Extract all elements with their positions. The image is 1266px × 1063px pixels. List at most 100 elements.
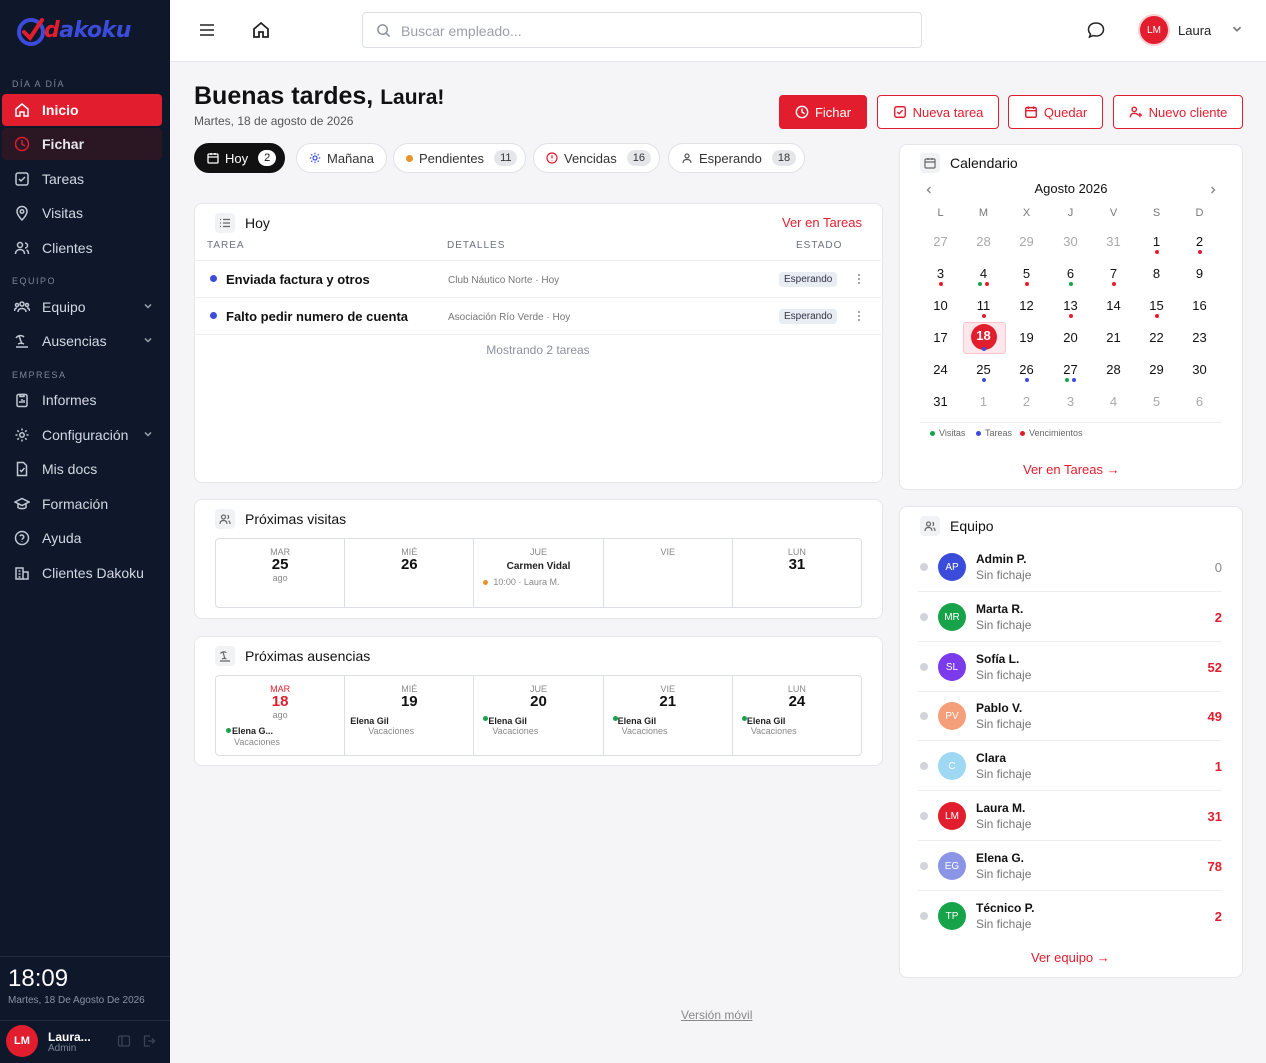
calendar-day[interactable]: 22 bbox=[1135, 330, 1178, 345]
search-input[interactable] bbox=[401, 20, 901, 42]
calendar-day[interactable]: 27 bbox=[919, 234, 962, 249]
sidebar-item-clientes-dakoku[interactable]: Clientes Dakoku bbox=[2, 557, 162, 589]
calendar-day[interactable]: 20 bbox=[1049, 330, 1092, 345]
visit-day[interactable]: LUN 31 bbox=[733, 539, 861, 607]
filter-manana[interactable]: Mañana bbox=[296, 143, 387, 173]
nueva-tarea-button[interactable]: Nueva tarea bbox=[877, 95, 999, 129]
sidebar-item-formacion[interactable]: Formación bbox=[2, 488, 162, 520]
chevron-down-icon[interactable] bbox=[1230, 22, 1244, 36]
calendar-day[interactable]: 3 bbox=[1049, 394, 1092, 409]
calendar-day[interactable]: 19 bbox=[1005, 330, 1048, 345]
sidebar-item-equipo[interactable]: Equipo bbox=[2, 291, 162, 323]
calendar-icon bbox=[207, 153, 219, 164]
calendar-day[interactable]: 12 bbox=[1005, 298, 1048, 313]
calendar-day[interactable]: 30 bbox=[1178, 362, 1221, 377]
sidebar-item-configuracion[interactable]: Configuración bbox=[2, 419, 162, 451]
topbar-user-name[interactable]: Laura bbox=[1178, 23, 1211, 38]
calendar-day[interactable]: 26 bbox=[1005, 362, 1048, 377]
calendar-day[interactable]: 23 bbox=[1178, 330, 1221, 345]
task-title[interactable]: Falto pedir numero de cuenta bbox=[226, 309, 408, 324]
calendar-day[interactable]: 25 bbox=[962, 362, 1005, 377]
filter-pendientes[interactable]: Pendientes 11 bbox=[393, 143, 527, 173]
sidebar-item-mis-docs[interactable]: Mis docs bbox=[2, 453, 162, 485]
calendar-day[interactable]: 9 bbox=[1178, 266, 1221, 281]
calendar-day[interactable]: 11 bbox=[962, 298, 1005, 313]
filter-hoy[interactable]: Hoy 2 bbox=[194, 143, 286, 173]
calendar-day[interactable]: 28 bbox=[962, 234, 1005, 249]
calendar-day[interactable]: 4 bbox=[962, 266, 1005, 281]
calendar-day[interactable]: 30 bbox=[1049, 234, 1092, 249]
avatar[interactable]: LM bbox=[6, 1025, 38, 1057]
calendar-day[interactable]: 4 bbox=[1092, 394, 1135, 409]
chevron-right-icon[interactable] bbox=[1207, 184, 1219, 196]
sidebar-item-visitas[interactable]: Visitas bbox=[2, 197, 162, 229]
quedar-button[interactable]: Quedar bbox=[1008, 95, 1103, 129]
calendar-day[interactable]: 1 bbox=[962, 394, 1005, 409]
sidebar-item-inicio[interactable]: Inicio bbox=[2, 94, 162, 126]
home-icon[interactable] bbox=[251, 20, 271, 40]
calendar-day[interactable]: 16 bbox=[1178, 298, 1221, 313]
calendar-day[interactable]: 6 bbox=[1049, 266, 1092, 281]
absence-day[interactable]: VIE 21 Elena Gil Vacaciones bbox=[604, 676, 733, 755]
filter-vencidas[interactable]: Vencidas 16 bbox=[533, 143, 661, 173]
fichar-button[interactable]: Fichar bbox=[779, 95, 867, 129]
visit-day[interactable]: JUE Carmen Vidal 10:00 · Laura M. bbox=[474, 539, 604, 607]
visit-day[interactable]: MAR 25 ago bbox=[216, 539, 346, 607]
sidebar-item-ausencias[interactable]: Ausencias bbox=[2, 325, 162, 357]
calendar-day[interactable]: 5 bbox=[1005, 266, 1048, 281]
calendar-day[interactable]: 17 bbox=[919, 330, 962, 345]
mobile-version-link[interactable]: Versión móvil bbox=[681, 1008, 752, 1022]
day-number: 31 bbox=[788, 556, 806, 573]
avatar[interactable]: LM bbox=[1138, 14, 1170, 46]
nuevo-cliente-button[interactable]: Nuevo cliente bbox=[1113, 95, 1243, 129]
team-title: Equipo bbox=[950, 518, 994, 534]
absence-day[interactable]: MAR 18 ago Elena G... Vacaciones bbox=[216, 676, 346, 755]
collapse-icon[interactable] bbox=[117, 1034, 131, 1048]
calendar-day[interactable]: 8 bbox=[1135, 266, 1178, 281]
calendar-day[interactable]: 1 bbox=[1135, 234, 1178, 249]
calendar-day[interactable]: 29 bbox=[1005, 234, 1048, 249]
calendar-ver-tareas-link[interactable]: Ver en Tareas → bbox=[1023, 462, 1120, 477]
calendar-day[interactable]: 31 bbox=[1092, 234, 1135, 249]
day-of-week: JUE bbox=[530, 547, 548, 557]
calendar-day[interactable]: 2 bbox=[1178, 234, 1221, 249]
calendar-day[interactable]: 10 bbox=[919, 298, 962, 313]
filter-esperando[interactable]: Esperando 18 bbox=[668, 143, 806, 173]
calendar-day[interactable]: 31 bbox=[919, 394, 962, 409]
sidebar-item-tareas[interactable]: Tareas bbox=[2, 163, 162, 195]
ver-equipo-link[interactable]: Ver equipo → bbox=[1031, 950, 1110, 965]
calendar-day[interactable]: 6 bbox=[1178, 394, 1221, 409]
calendar-day[interactable]: 24 bbox=[919, 362, 962, 377]
sidebar-item-fichar[interactable]: Fichar bbox=[2, 128, 162, 160]
absence-day[interactable]: MIÉ 19 Elena Gil Vacaciones bbox=[345, 676, 475, 755]
calendar-day[interactable]: 15 bbox=[1135, 298, 1178, 313]
calendar-day[interactable]: 5 bbox=[1135, 394, 1178, 409]
chat-icon[interactable] bbox=[1086, 20, 1106, 40]
calendar-day[interactable]: 27 bbox=[1049, 362, 1092, 377]
visit-day[interactable]: VIE bbox=[604, 539, 733, 607]
calendar-day[interactable]: 18 bbox=[962, 328, 1005, 343]
calendar-day[interactable]: 13 bbox=[1049, 298, 1092, 313]
menu-icon[interactable] bbox=[197, 20, 217, 40]
calendar-day[interactable]: 28 bbox=[1092, 362, 1135, 377]
more-vertical-icon[interactable] bbox=[853, 310, 865, 322]
more-vertical-icon[interactable] bbox=[853, 273, 865, 285]
logo[interactable]: dakoku bbox=[16, 10, 131, 50]
sidebar-item-clientes[interactable]: Clientes bbox=[2, 232, 162, 264]
absence-day[interactable]: JUE 20 Elena Gil Vacaciones bbox=[474, 676, 604, 755]
logout-icon[interactable] bbox=[142, 1034, 156, 1048]
calendar-day[interactable]: 7 bbox=[1092, 266, 1135, 281]
visit-day[interactable]: MIÉ 26 bbox=[345, 539, 475, 607]
calendar-day[interactable]: 2 bbox=[1005, 394, 1048, 409]
task-title[interactable]: Enviada factura y otros bbox=[226, 272, 370, 287]
sidebar-item-informes[interactable]: Informes bbox=[2, 384, 162, 416]
sidebar-item-ayuda[interactable]: Ayuda bbox=[2, 522, 162, 554]
absence-day[interactable]: LUN 24 Elena Gil Vacaciones bbox=[733, 676, 861, 755]
calendar-day[interactable]: 3 bbox=[919, 266, 962, 281]
calendar-day[interactable]: 21 bbox=[1092, 330, 1135, 345]
calendar-day[interactable]: 14 bbox=[1092, 298, 1135, 313]
today-ver-tareas-link[interactable]: Ver en Tareas bbox=[782, 215, 862, 230]
calendar-day[interactable]: 29 bbox=[1135, 362, 1178, 377]
visit-event-name[interactable]: Carmen Vidal bbox=[474, 561, 602, 572]
presence-dot-icon bbox=[920, 862, 928, 870]
